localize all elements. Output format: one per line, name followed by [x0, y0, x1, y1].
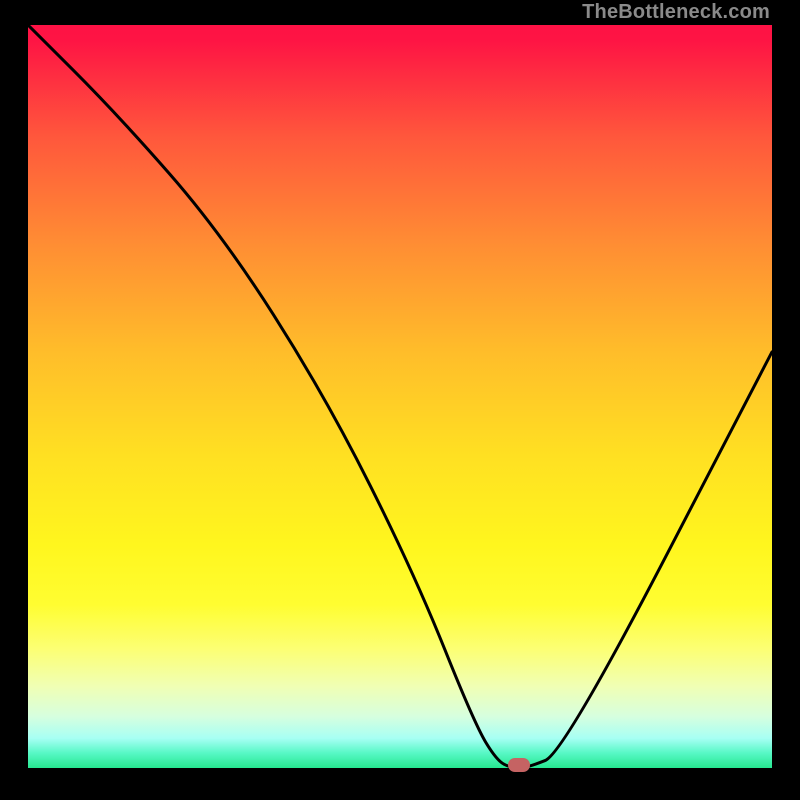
plot-area [28, 25, 772, 768]
watermark-text: TheBottleneck.com [582, 1, 770, 24]
bottleneck-curve [28, 25, 772, 768]
optimal-marker [508, 758, 530, 772]
curve-path [28, 25, 772, 768]
chart-container: TheBottleneck.com [0, 0, 800, 800]
